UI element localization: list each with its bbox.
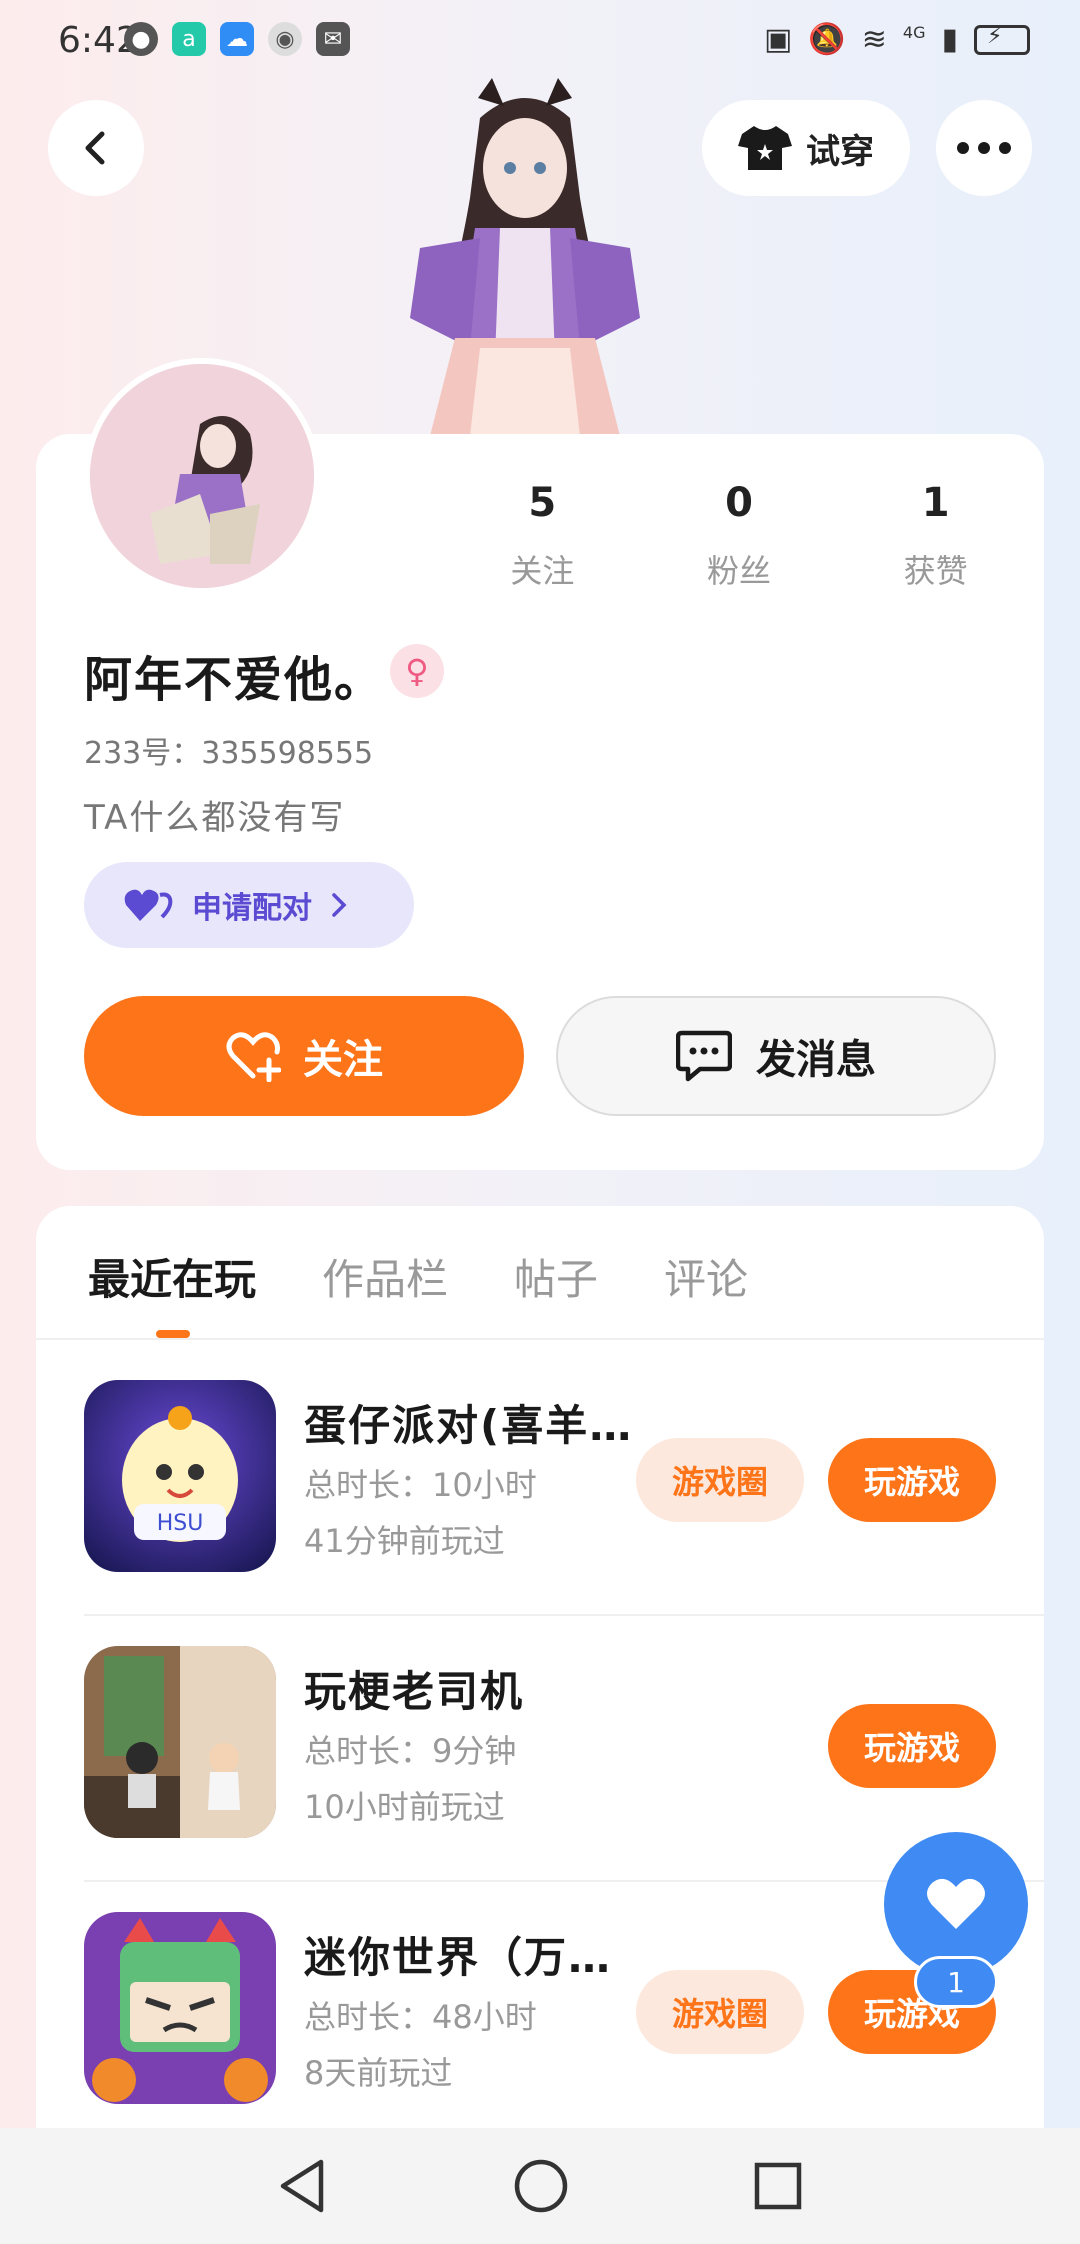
profile-stats: 5 关注 0 粉丝 1 获赞: [444, 480, 1034, 592]
username: 阿年不爱他。: [84, 652, 385, 708]
game-title: 迷你世界（万…: [304, 1933, 613, 1982]
avatar-image: [90, 364, 314, 588]
wifi-icon: ≋: [861, 22, 887, 57]
game-circle-button[interactable]: 游戏圈: [636, 1438, 804, 1522]
signal-icon: ▮: [941, 22, 958, 57]
stat-followers[interactable]: 0 粉丝: [641, 480, 838, 592]
stat-label: 关注: [510, 552, 575, 590]
play-game-button[interactable]: 玩游戏: [828, 1704, 996, 1788]
stat-label: 粉丝: [707, 552, 772, 590]
tshirt-icon: [738, 126, 792, 170]
system-nav-bar: [0, 2128, 1080, 2244]
game-row[interactable]: HSU 蛋仔派对(喜羊… 总时长：10小时 41分钟前玩过 游戏圈 玩游戏: [84, 1340, 1044, 1606]
nav-recents-icon[interactable]: [753, 2161, 803, 2211]
chevron-right-icon: [332, 893, 347, 917]
game-icon-meme-driver[interactable]: [84, 1646, 276, 1838]
notification-icons: ● a ☁ ◉ ✉: [124, 22, 350, 56]
tab-recently-played[interactable]: 最近在玩: [88, 1246, 256, 1307]
status-bar: 6:42 ● a ☁ ◉ ✉ ▣ 🔕 ≋ 4G ▮ ⚡: [0, 0, 1080, 84]
nav-home-icon[interactable]: [513, 2158, 569, 2214]
try-on-label: 试穿: [806, 131, 874, 172]
tab-posts[interactable]: 帖子: [514, 1246, 598, 1307]
game-duration: 总时长：9分钟: [304, 1732, 517, 1770]
more-horizontal-icon: [957, 142, 1011, 154]
like-fab-button[interactable]: [884, 1832, 1028, 1976]
game-icon-eggy-party[interactable]: HSU: [84, 1380, 276, 1572]
system-icons: ▣ 🔕 ≋ 4G ▮ ⚡: [764, 22, 1030, 57]
stat-number: 0: [725, 480, 753, 526]
active-tab-indicator: [156, 1330, 190, 1338]
battery-icon: ⚡: [974, 24, 1030, 55]
meme-driver-art: [84, 1646, 276, 1838]
game-circle-button[interactable]: 游戏圈: [636, 1970, 804, 2054]
game-title: 玩梗老司机: [304, 1667, 525, 1716]
stat-following[interactable]: 5 关注: [444, 480, 641, 592]
user-bio: TA什么都没有写: [84, 798, 346, 838]
request-match-label: 申请配对: [192, 891, 312, 926]
stat-number: 5: [528, 480, 557, 526]
app-icon: a: [172, 22, 206, 56]
tab-bar: 最近在玩 作品栏 帖子 评论: [88, 1246, 748, 1307]
like-count-badge: 1: [914, 1956, 998, 2008]
try-on-button[interactable]: 试穿: [702, 100, 910, 196]
eggy-party-art: HSU: [84, 1380, 276, 1572]
nav-back-icon[interactable]: [277, 2158, 329, 2214]
tab-comments[interactable]: 评论: [664, 1246, 748, 1307]
content-card: 最近在玩 作品栏 帖子 评论 HSU 蛋仔派对(喜羊… 总时长：10小时 41分…: [36, 1206, 1044, 2166]
chat-bubble-icon: [676, 1030, 732, 1082]
mail-icon: ✉: [316, 22, 350, 56]
more-options-button[interactable]: [936, 100, 1032, 196]
chevron-left-icon: [85, 131, 105, 165]
cloud-icon: ☁: [220, 22, 254, 56]
avatar[interactable]: [84, 358, 320, 594]
heart-plus-icon: [226, 1032, 281, 1082]
user-id: 233号：335598555: [84, 736, 374, 771]
game-row[interactable]: 玩梗老司机 总时长：9分钟 10小时前玩过 玩游戏: [84, 1606, 1044, 1872]
stat-number: 1: [921, 480, 950, 526]
female-gender-icon: ♀: [390, 644, 444, 698]
heart-icon: [927, 1878, 985, 1929]
mini-world-art: [84, 1912, 276, 2104]
play-game-button[interactable]: 玩游戏: [828, 1438, 996, 1522]
stat-label: 获赞: [903, 552, 968, 590]
game-duration: 总时长：10小时: [304, 1466, 537, 1504]
game-last-played: 8天前玩过: [304, 2054, 453, 2092]
tab-works[interactable]: 作品栏: [322, 1246, 448, 1307]
follow-label: 关注: [303, 1037, 383, 1083]
character-avatar-image: [410, 78, 640, 436]
game-last-played: 41分钟前玩过: [304, 1522, 505, 1560]
send-message-label: 发消息: [756, 1037, 876, 1083]
camera-icon: ◉: [268, 22, 302, 56]
game-last-played: 10小时前玩过: [304, 1788, 505, 1826]
nfc-icon: ▣: [764, 22, 793, 57]
game-icon-mini-world[interactable]: [84, 1912, 276, 2104]
send-message-button[interactable]: 发消息: [556, 996, 996, 1116]
network-label: 4G: [902, 23, 926, 42]
game-duration: 总时长：48小时: [304, 1998, 537, 2036]
follow-button[interactable]: 关注: [84, 996, 524, 1116]
hearts-icon: [124, 889, 173, 921]
request-match-button[interactable]: 申请配对: [84, 862, 414, 948]
wechat-icon: ●: [124, 22, 158, 56]
svg-text:HSU: HSU: [157, 1511, 204, 1536]
mute-icon: 🔕: [808, 22, 846, 57]
stat-likes[interactable]: 1 获赞: [837, 480, 1034, 592]
back-button[interactable]: [48, 100, 144, 196]
gender-symbol: ♀: [405, 652, 429, 690]
game-title: 蛋仔派对(喜羊…: [304, 1401, 634, 1450]
